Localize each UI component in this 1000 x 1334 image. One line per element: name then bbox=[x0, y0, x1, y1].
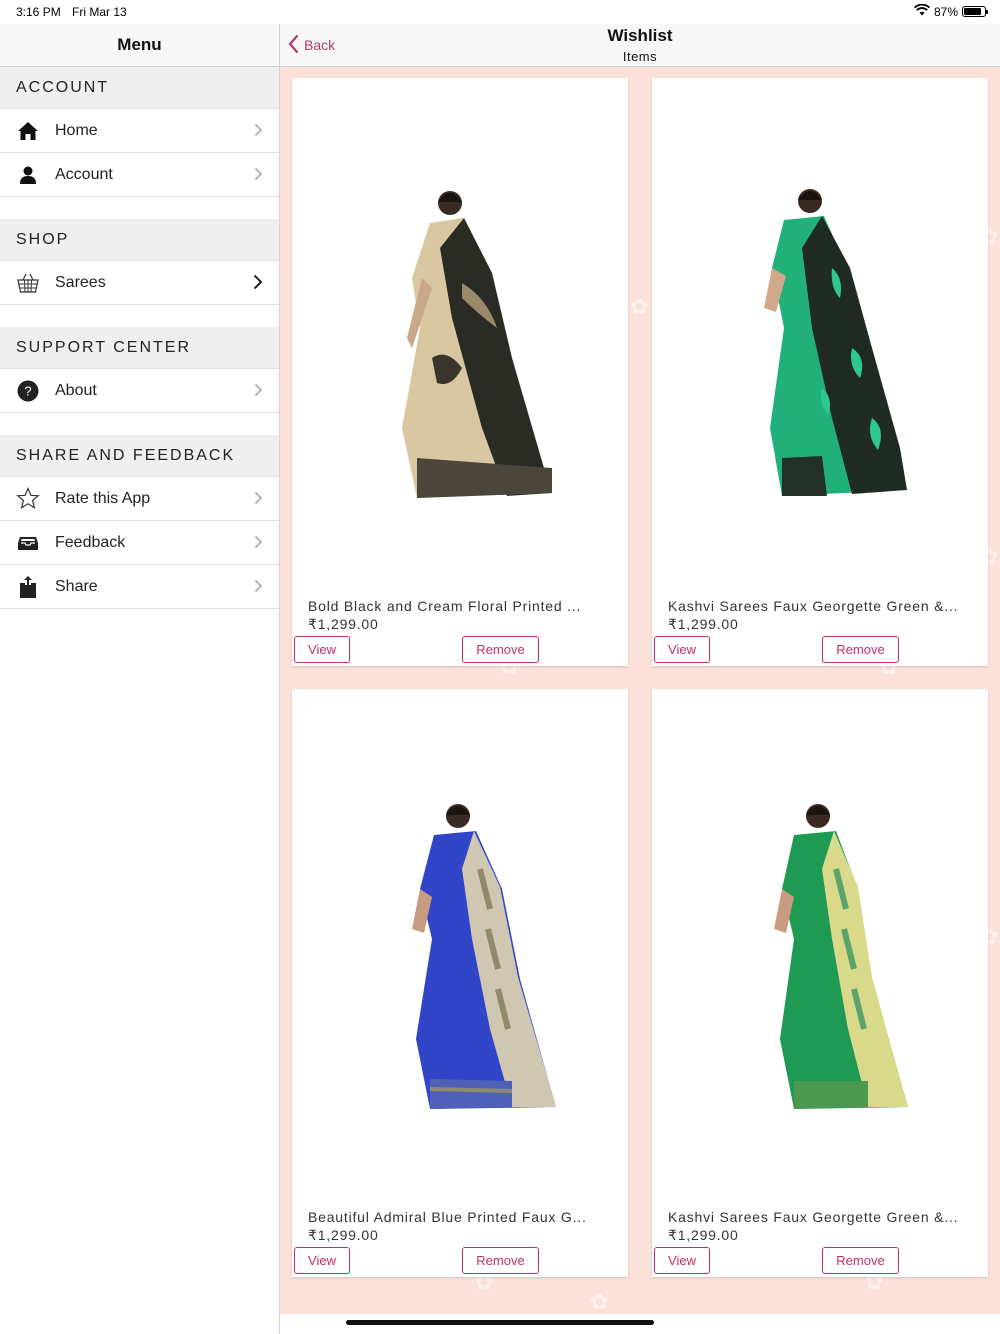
sidebar-item-label: About bbox=[55, 381, 97, 399]
star-icon bbox=[16, 487, 40, 511]
product-image bbox=[764, 189, 907, 496]
wishlist-item-card: Bold Black and Cream Floral Printed ... … bbox=[292, 78, 628, 666]
navigation-bar: Back Wishlist Items bbox=[280, 24, 1000, 67]
basket-icon bbox=[16, 271, 40, 295]
battery-icon bbox=[962, 6, 988, 17]
sidebar-item-sarees[interactable]: Sarees bbox=[0, 261, 279, 305]
user-icon bbox=[16, 163, 40, 187]
page-subtitle: Items bbox=[622, 49, 658, 64]
wishlist-item-card: Beautiful Admiral Blue Printed Faux G...… bbox=[292, 689, 628, 1277]
share-icon bbox=[16, 575, 40, 599]
product-image bbox=[402, 191, 552, 498]
flower-pattern-icon: ✿ bbox=[590, 1289, 609, 1314]
section-heading-account: ACCOUNT bbox=[0, 67, 279, 109]
chevron-right-icon bbox=[254, 535, 263, 554]
remove-button[interactable]: Remove bbox=[462, 1247, 539, 1274]
view-button[interactable]: View bbox=[294, 636, 350, 663]
chevron-right-icon bbox=[254, 167, 263, 186]
status-bar: 3:16 PM Fri Mar 13 87% bbox=[0, 0, 1000, 24]
product-image bbox=[774, 804, 908, 1109]
question-icon: ? bbox=[16, 379, 40, 403]
home-icon bbox=[16, 119, 40, 143]
status-date: Fri Mar 13 bbox=[72, 5, 127, 19]
view-button[interactable]: View bbox=[654, 1247, 710, 1274]
product-name: Bold Black and Cream Floral Printed ... bbox=[308, 598, 582, 614]
chevron-right-icon bbox=[254, 123, 263, 142]
sidebar-item-account[interactable]: Account bbox=[0, 153, 279, 197]
product-image bbox=[412, 804, 556, 1109]
chevron-right-icon bbox=[254, 383, 263, 402]
product-price: ₹1,299.00 bbox=[668, 616, 739, 632]
wishlist-panel: Back Wishlist Items ✿ ✿ ✿ ✿ ✿ ✿ ✿ ✿ ✿ Bo… bbox=[280, 24, 1000, 1314]
wishlist-item-card: Kashvi Sarees Faux Georgette Green &... … bbox=[652, 689, 988, 1277]
battery-percent: 87% bbox=[933, 4, 958, 19]
remove-button[interactable]: Remove bbox=[462, 636, 539, 663]
sidebar-item-about[interactable]: ? About bbox=[0, 369, 279, 413]
home-indicator[interactable] bbox=[346, 1320, 654, 1325]
section-heading-share-feedback: SHARE AND FEEDBACK bbox=[0, 435, 279, 477]
remove-button[interactable]: Remove bbox=[822, 1247, 899, 1274]
sidebar-item-label: Account bbox=[55, 165, 113, 183]
sidebar-item-label: Home bbox=[55, 121, 98, 139]
view-button[interactable]: View bbox=[654, 636, 710, 663]
sidebar-item-home[interactable]: Home bbox=[0, 109, 279, 153]
page-title: Wishlist bbox=[607, 26, 673, 45]
sidebar-item-label: Feedback bbox=[55, 533, 126, 551]
wishlist-item-card: Kashvi Sarees Faux Georgette Green &... … bbox=[652, 78, 988, 666]
chevron-right-icon bbox=[254, 491, 263, 510]
product-price: ₹1,299.00 bbox=[308, 1227, 379, 1243]
sidebar-item-rate-app[interactable]: Rate this App bbox=[0, 477, 279, 521]
product-price: ₹1,299.00 bbox=[668, 1227, 739, 1243]
product-name: Kashvi Sarees Faux Georgette Green &... bbox=[668, 1209, 959, 1225]
sidebar-item-feedback[interactable]: Feedback bbox=[0, 521, 279, 565]
inbox-icon bbox=[16, 531, 40, 555]
status-time: 3:16 PM bbox=[16, 5, 61, 19]
view-button[interactable]: View bbox=[294, 1247, 350, 1274]
product-name: Beautiful Admiral Blue Printed Faux G... bbox=[308, 1209, 587, 1225]
product-price: ₹1,299.00 bbox=[308, 616, 379, 632]
sidebar-item-share[interactable]: Share bbox=[0, 565, 279, 609]
sidebar-item-label: Share bbox=[55, 577, 98, 595]
product-name: Kashvi Sarees Faux Georgette Green &... bbox=[668, 598, 959, 614]
section-heading-shop: SHOP bbox=[0, 219, 279, 261]
sidebar-title: Menu bbox=[0, 24, 279, 67]
flower-pattern-icon: ✿ bbox=[630, 294, 649, 319]
sidebar-item-label: Rate this App bbox=[55, 489, 151, 507]
chevron-right-icon bbox=[254, 579, 263, 598]
remove-button[interactable]: Remove bbox=[822, 636, 899, 663]
status-right: 87% bbox=[913, 3, 988, 19]
section-heading-support: SUPPORT CENTER bbox=[0, 327, 279, 369]
chevron-right-icon bbox=[253, 274, 263, 295]
sidebar-menu: Menu ACCOUNT Home Account SHOP Sarees SU… bbox=[0, 24, 280, 1334]
svg-text:?: ? bbox=[24, 383, 31, 398]
wifi-icon bbox=[913, 3, 930, 19]
sidebar-item-label: Sarees bbox=[55, 273, 106, 291]
